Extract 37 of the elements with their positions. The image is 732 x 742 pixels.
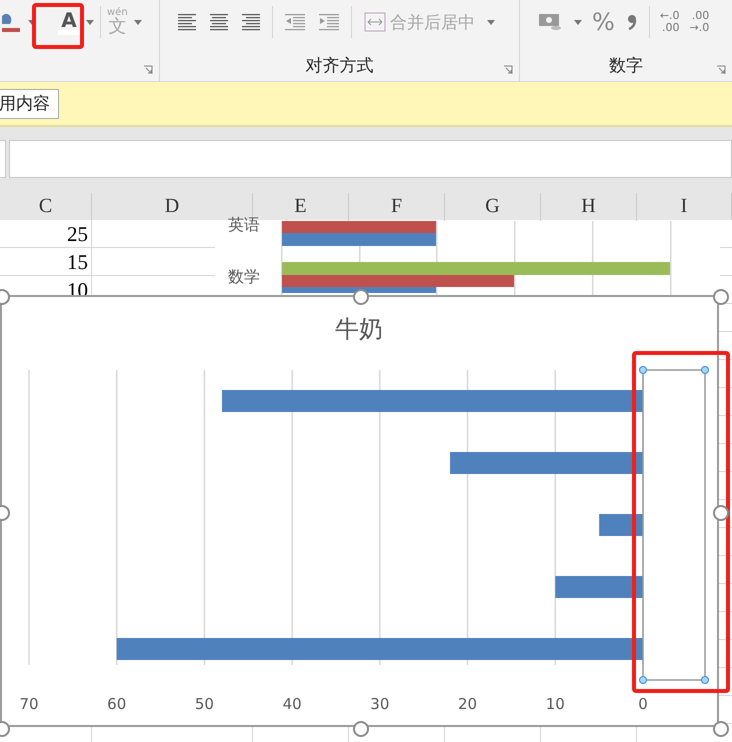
- caret-icon: [86, 20, 94, 24]
- indent-icon[interactable]: [283, 12, 307, 32]
- axis-tick-label: 60: [107, 695, 126, 713]
- chart-area[interactable]: 牛奶 70 60 50 40 30 20 10 0: [0, 295, 719, 727]
- axis-tick-label: 10: [546, 695, 565, 713]
- axis-tick-label: 70: [19, 695, 39, 713]
- dialog-launcher-icon[interactable]: [716, 65, 726, 75]
- selected-axis-frame[interactable]: [639, 366, 709, 684]
- increase-decimal-button[interactable]: ←.0 .00: [660, 10, 680, 34]
- axis-tick-label: 0: [638, 695, 648, 713]
- dialog-launcher-icon[interactable]: [143, 65, 153, 75]
- dialog-launcher-icon[interactable]: [503, 65, 513, 75]
- align-text-icon[interactable]: [176, 12, 198, 32]
- formula-bar[interactable]: [9, 140, 732, 178]
- caret-icon: [487, 20, 495, 24]
- axis-tick-label: 50: [194, 695, 214, 713]
- merge-cells-icon: [364, 12, 386, 32]
- chart-title: 牛奶: [335, 315, 383, 343]
- axis-tick-label: 40: [282, 695, 302, 713]
- decrease-decimal-button[interactable]: .00 →.0: [690, 10, 710, 34]
- align-text-icon[interactable]: [208, 12, 230, 32]
- indent-icon[interactable]: [317, 12, 341, 32]
- font-color-button[interactable]: A: [58, 10, 80, 34]
- category-label: 数学: [228, 269, 260, 285]
- group-label: 对齐方式: [306, 55, 374, 77]
- highlight-box: [32, 3, 84, 49]
- align-text-icon[interactable]: [240, 12, 262, 32]
- group-label: 数字: [609, 55, 643, 77]
- caret-icon: [134, 20, 142, 24]
- axis-tick-label: 20: [458, 695, 478, 713]
- currency-icon[interactable]: [536, 12, 564, 32]
- cell-value: 25: [67, 222, 88, 246]
- category-label: 英语: [228, 217, 260, 233]
- name-box[interactable]: [0, 140, 6, 178]
- cell-value: 15: [67, 250, 88, 274]
- axis-tick-label: 30: [370, 695, 390, 713]
- caret-icon: [574, 20, 582, 24]
